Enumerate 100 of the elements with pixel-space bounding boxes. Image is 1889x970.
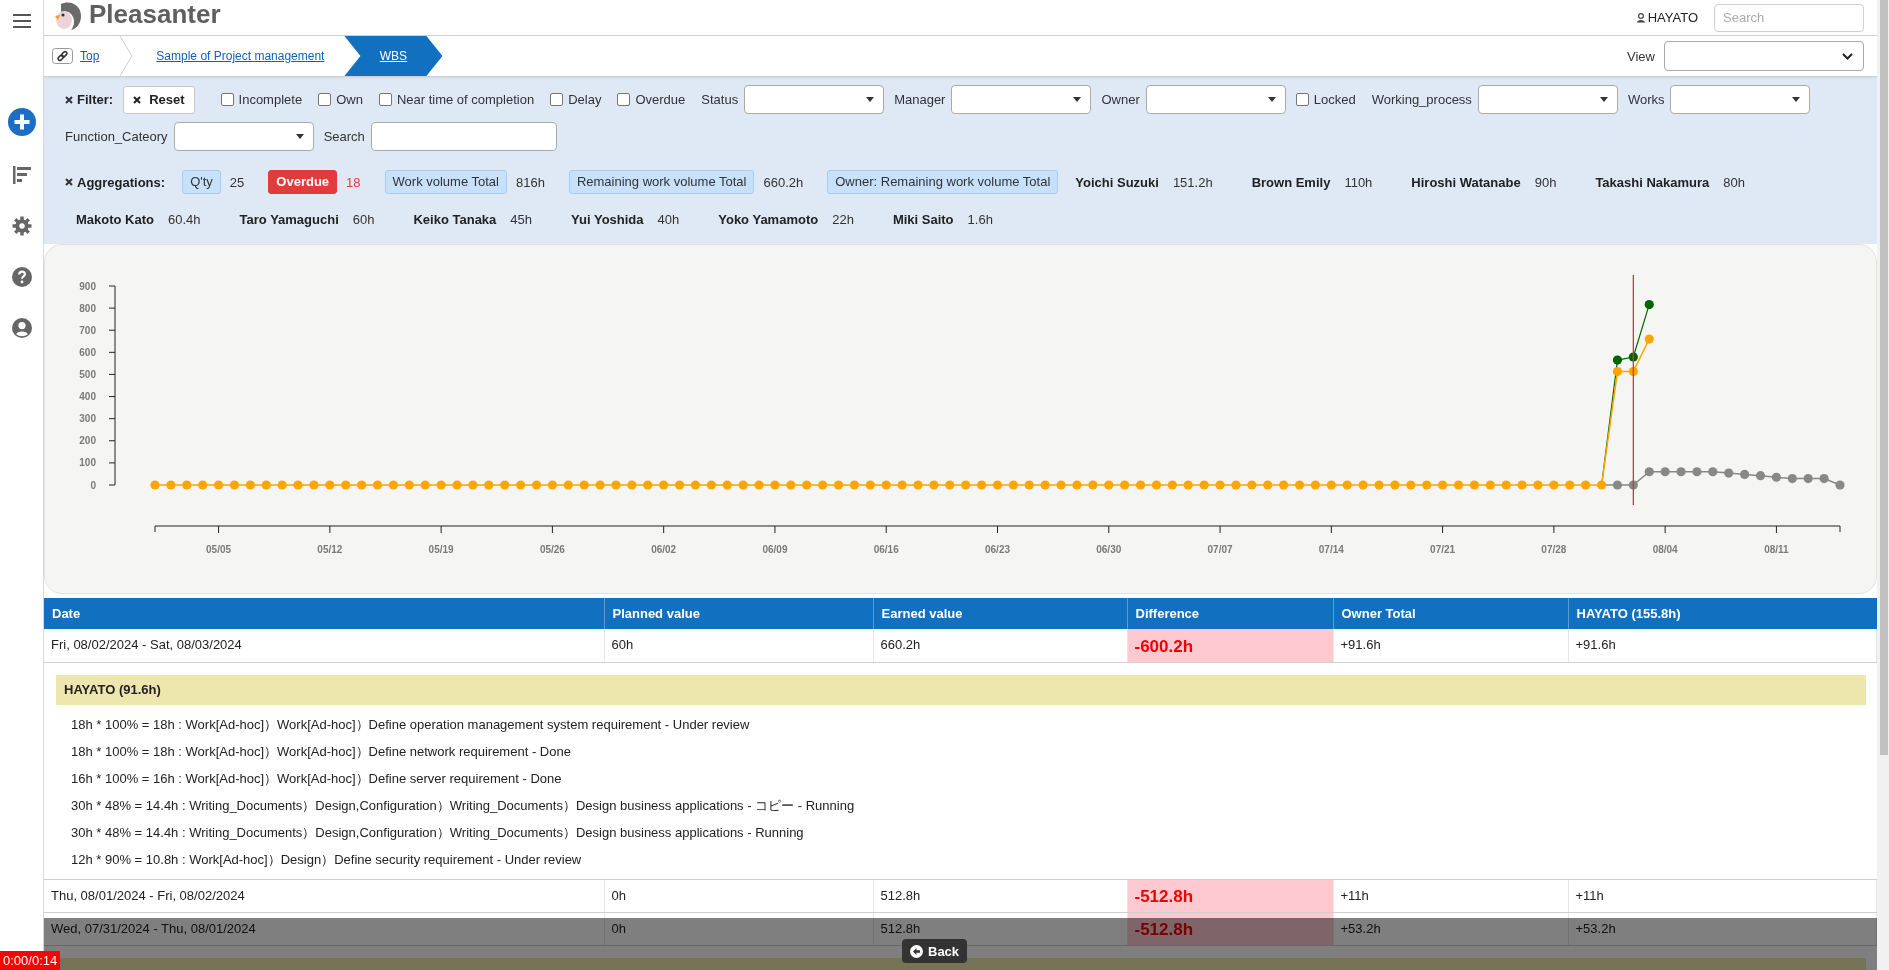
data-point [1120, 480, 1130, 490]
data-point [945, 480, 955, 490]
y-axis-label: 900 [79, 280, 96, 292]
data-point [1644, 299, 1654, 310]
field-label: Function_Cateory [65, 129, 168, 144]
work-item-text: 18h * 100% = 18h : Work[Ad-hoc]）Work[Ad-hoc]）Define network requirement - Done [70, 742, 572, 761]
data-point [659, 480, 669, 490]
work-item-text: 12h * 90% = 10.8h : Work[Ad-hoc]）Design）Define security requirement - Under review [70, 850, 583, 869]
search-input[interactable] [370, 122, 557, 151]
help-icon[interactable] [11, 267, 32, 287]
close-icon [133, 95, 142, 104]
data-point [1819, 474, 1829, 484]
column-header: HAYATO (155.8h) [1568, 598, 1877, 629]
checkbox-label[interactable]: Delay [568, 92, 602, 107]
data-point [1835, 480, 1845, 490]
field-label: Status [701, 92, 739, 107]
data-point [1740, 469, 1750, 479]
field-label: Works [1627, 92, 1665, 107]
data-point [1374, 480, 1384, 490]
table-cell: +91.6h [1333, 629, 1568, 662]
logo-icon [52, 1, 82, 31]
difference-cell: -512.8h [1127, 879, 1333, 912]
checkbox-label[interactable]: Incomplete [238, 92, 303, 107]
data-point [388, 480, 399, 490]
checkbox-label[interactable]: Overdue [635, 92, 686, 107]
dropdown-field[interactable] [744, 85, 885, 114]
data-point [341, 480, 351, 490]
reset-button[interactable]: Reset [123, 85, 195, 114]
add-icon[interactable] [7, 108, 36, 136]
data-point [1596, 480, 1607, 490]
x-axis-label: 08/11 [1764, 544, 1789, 555]
data-point [754, 480, 764, 490]
table-cell: +53.2h [1568, 912, 1877, 945]
data-point [1406, 480, 1416, 490]
checkbox-label[interactable]: Locked [1313, 92, 1356, 107]
data-point [627, 480, 637, 490]
dropdown-field[interactable] [1670, 85, 1811, 114]
link-icon[interactable] [52, 48, 73, 64]
x-axis-label: 06/16 [873, 544, 899, 555]
data-point [643, 480, 653, 490]
filter-label: Filter: [77, 92, 114, 107]
user-name[interactable]: HAYATO [1647, 10, 1698, 25]
column-header: Difference [1127, 598, 1333, 629]
close-icon[interactable] [65, 178, 73, 186]
data-point [1676, 467, 1686, 477]
aggregation-badge: Work volume Total [384, 170, 507, 194]
dropdown-field[interactable] [1477, 85, 1618, 114]
breadcrumb-current[interactable]: WBS [344, 36, 443, 76]
dropdown-field[interactable] [1145, 85, 1286, 114]
owner-hours: 22h [832, 211, 854, 227]
data-point [1294, 480, 1305, 490]
user-icon [1635, 12, 1646, 23]
data-point [690, 480, 701, 490]
data-point [1612, 366, 1623, 377]
breadcrumb-link[interactable]: Sample of Project management [156, 49, 325, 63]
column-header: Planned value [604, 598, 873, 629]
data-point [1231, 480, 1241, 490]
checkbox[interactable] [378, 93, 392, 106]
data-point [1692, 467, 1702, 477]
table-cell: +53.2h [1333, 912, 1568, 945]
data-point [1215, 480, 1225, 490]
data-point [1628, 480, 1638, 490]
scrollbar-thumb[interactable] [1880, 0, 1888, 755]
data-point [1755, 471, 1766, 481]
dropdown-field[interactable] [951, 85, 1092, 114]
data-point [1056, 480, 1066, 490]
checkbox[interactable] [617, 93, 631, 106]
bar-list-icon[interactable] [11, 165, 32, 185]
breadcrumb-link[interactable]: Top [80, 49, 100, 63]
y-axis-label: 600 [79, 346, 96, 358]
data-point [1183, 480, 1193, 490]
checkbox[interactable] [220, 93, 234, 106]
x-axis-label: 05/12 [317, 544, 343, 555]
data-point [484, 480, 494, 490]
data-point [833, 480, 844, 490]
checkbox[interactable] [550, 93, 564, 106]
data-point [277, 480, 287, 490]
data-point [611, 480, 621, 490]
menu-icon[interactable] [12, 14, 31, 28]
account-icon[interactable] [11, 318, 32, 338]
data-point [563, 480, 573, 490]
work-item-text: 30h * 48% = 14.4h : Writing_Documents）Design,Configuration）Writing_Documents）Design business applications - コピー - Running [70, 796, 856, 815]
data-point [1612, 480, 1623, 490]
data-point [500, 480, 510, 490]
checkbox-label[interactable]: Near time of completion [396, 92, 535, 107]
data-point [1612, 355, 1623, 365]
owner-name: Keiko Tanaka [413, 211, 497, 227]
back-button[interactable]: Back [902, 939, 968, 963]
checkbox-label[interactable]: Own [336, 92, 363, 107]
checkbox[interactable] [1295, 93, 1309, 106]
scrollbar[interactable] [1877, 0, 1889, 970]
checkbox[interactable] [318, 93, 332, 106]
work-item-text: 16h * 100% = 16h : Work[Ad-hoc]）Work[Ad-hoc]）Define server requirement - Done [70, 769, 563, 788]
close-icon[interactable] [65, 95, 73, 104]
data-point [1088, 480, 1098, 490]
search-field[interactable]: Search [1714, 3, 1864, 32]
dropdown-field[interactable] [173, 122, 314, 151]
view-dropdown[interactable] [1664, 41, 1864, 71]
data-point [1803, 474, 1813, 484]
settings-icon[interactable] [11, 216, 32, 236]
